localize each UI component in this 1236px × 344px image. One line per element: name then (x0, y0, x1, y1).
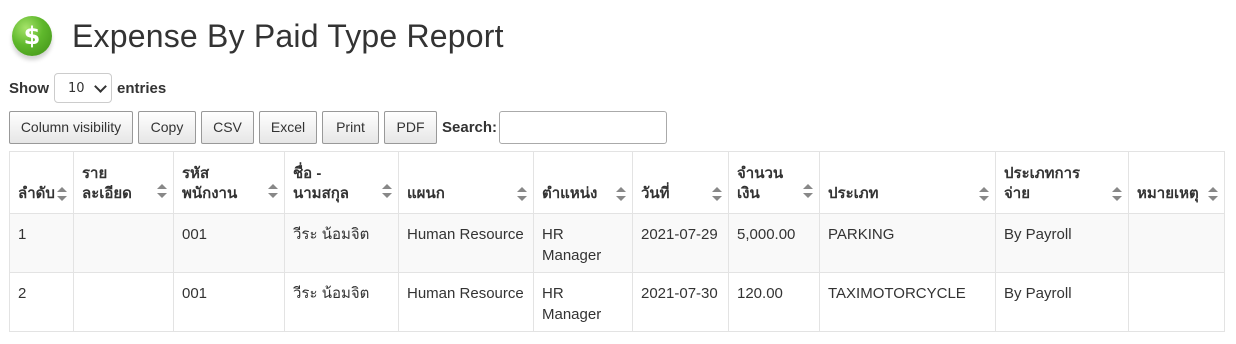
cell-date: 2021-07-29 (632, 213, 729, 273)
column-visibility-button[interactable]: Column visibility (9, 110, 133, 144)
cell-detail (73, 272, 174, 332)
table-row: 1 001 วีระ น้อมจิต Human Resource HR Man… (9, 213, 1225, 273)
cell-department: Human Resource (398, 213, 534, 273)
cell-index: 2 (9, 272, 74, 332)
report-page: $ Expense By Paid Type Report Show 10 en… (0, 0, 1236, 344)
cell-position: HR Manager (533, 272, 633, 332)
pdf-button[interactable]: PDF (384, 110, 437, 144)
cell-payment-type: By Payroll (995, 272, 1129, 332)
expense-table: ลำดับ รายละเอียด รหัสพนักงาน ชื่อ - นามส… (9, 151, 1225, 332)
table-row: 2 001 วีระ น้อมจิต Human Resource HR Man… (9, 272, 1225, 332)
print-button[interactable]: Print (322, 110, 379, 144)
search-label: Search: (442, 118, 498, 136)
column-header-detail[interactable]: รายละเอียด (73, 151, 174, 214)
dollar-coin-icon: $ (12, 16, 52, 56)
excel-button[interactable]: Excel (259, 110, 317, 144)
column-header-employee-id[interactable]: รหัสพนักงาน (173, 151, 285, 214)
page-title: Expense By Paid Type Report (72, 17, 504, 54)
cell-position: HR Manager (533, 213, 633, 273)
column-header-payment-type[interactable]: ประเภทการจ่าย (995, 151, 1129, 214)
column-header-type[interactable]: ประเภท (819, 151, 996, 214)
cell-full-name: วีระ น้อมจิต (284, 213, 399, 273)
entries-select[interactable]: 10 (54, 73, 112, 103)
dollar-symbol: $ (23, 22, 41, 50)
column-header-date[interactable]: วันที่ (632, 151, 729, 214)
sort-icon (157, 184, 167, 198)
csv-button[interactable]: CSV (201, 110, 254, 144)
entries-select-value: 10 (68, 80, 85, 96)
search-input[interactable] (499, 110, 668, 144)
sort-icon (57, 187, 67, 201)
column-header-index[interactable]: ลำดับ (9, 151, 74, 214)
cell-full-name: วีระ น้อมจิต (284, 272, 399, 332)
column-header-department[interactable]: แผนก (398, 151, 534, 214)
sort-icon (517, 187, 527, 201)
cell-employee-id: 001 (173, 213, 285, 273)
column-header-position[interactable]: ตำแหน่ง (533, 151, 633, 214)
export-toolbar: Column visibility Copy CSV Excel Print P… (9, 110, 668, 144)
sort-icon (803, 184, 813, 198)
cell-detail (73, 213, 174, 273)
sort-icon (382, 184, 392, 198)
column-header-amount[interactable]: จำนวนเงิน (728, 151, 820, 214)
entries-label: entries (117, 79, 167, 97)
cell-remark (1128, 213, 1225, 273)
sort-icon (979, 187, 989, 201)
cell-department: Human Resource (398, 272, 534, 332)
column-header-remark[interactable]: หมายเหตุ (1128, 151, 1225, 214)
column-header-full-name[interactable]: ชื่อ - นามสกุล (284, 151, 399, 214)
show-label: Show (9, 79, 49, 97)
sort-icon (1112, 187, 1122, 201)
entries-length-control: Show 10 entries (9, 72, 166, 104)
sort-icon (268, 184, 278, 198)
table-header-row: ลำดับ รายละเอียด รหัสพนักงาน ชื่อ - นามส… (9, 151, 1225, 214)
page-header: $ Expense By Paid Type Report (12, 14, 504, 58)
chevron-down-icon (94, 79, 107, 93)
cell-index: 1 (9, 213, 74, 273)
cell-amount: 5,000.00 (728, 213, 820, 273)
cell-payment-type: By Payroll (995, 213, 1129, 273)
copy-button[interactable]: Copy (138, 110, 196, 144)
cell-remark (1128, 272, 1225, 332)
cell-amount: 120.00 (728, 272, 820, 332)
sort-icon (1208, 187, 1218, 201)
cell-type: TAXIMOTORCYCLE (819, 272, 996, 332)
sort-icon (712, 187, 722, 201)
cell-date: 2021-07-30 (632, 272, 729, 332)
cell-type: PARKING (819, 213, 996, 273)
sort-icon (616, 187, 626, 201)
cell-employee-id: 001 (173, 272, 285, 332)
